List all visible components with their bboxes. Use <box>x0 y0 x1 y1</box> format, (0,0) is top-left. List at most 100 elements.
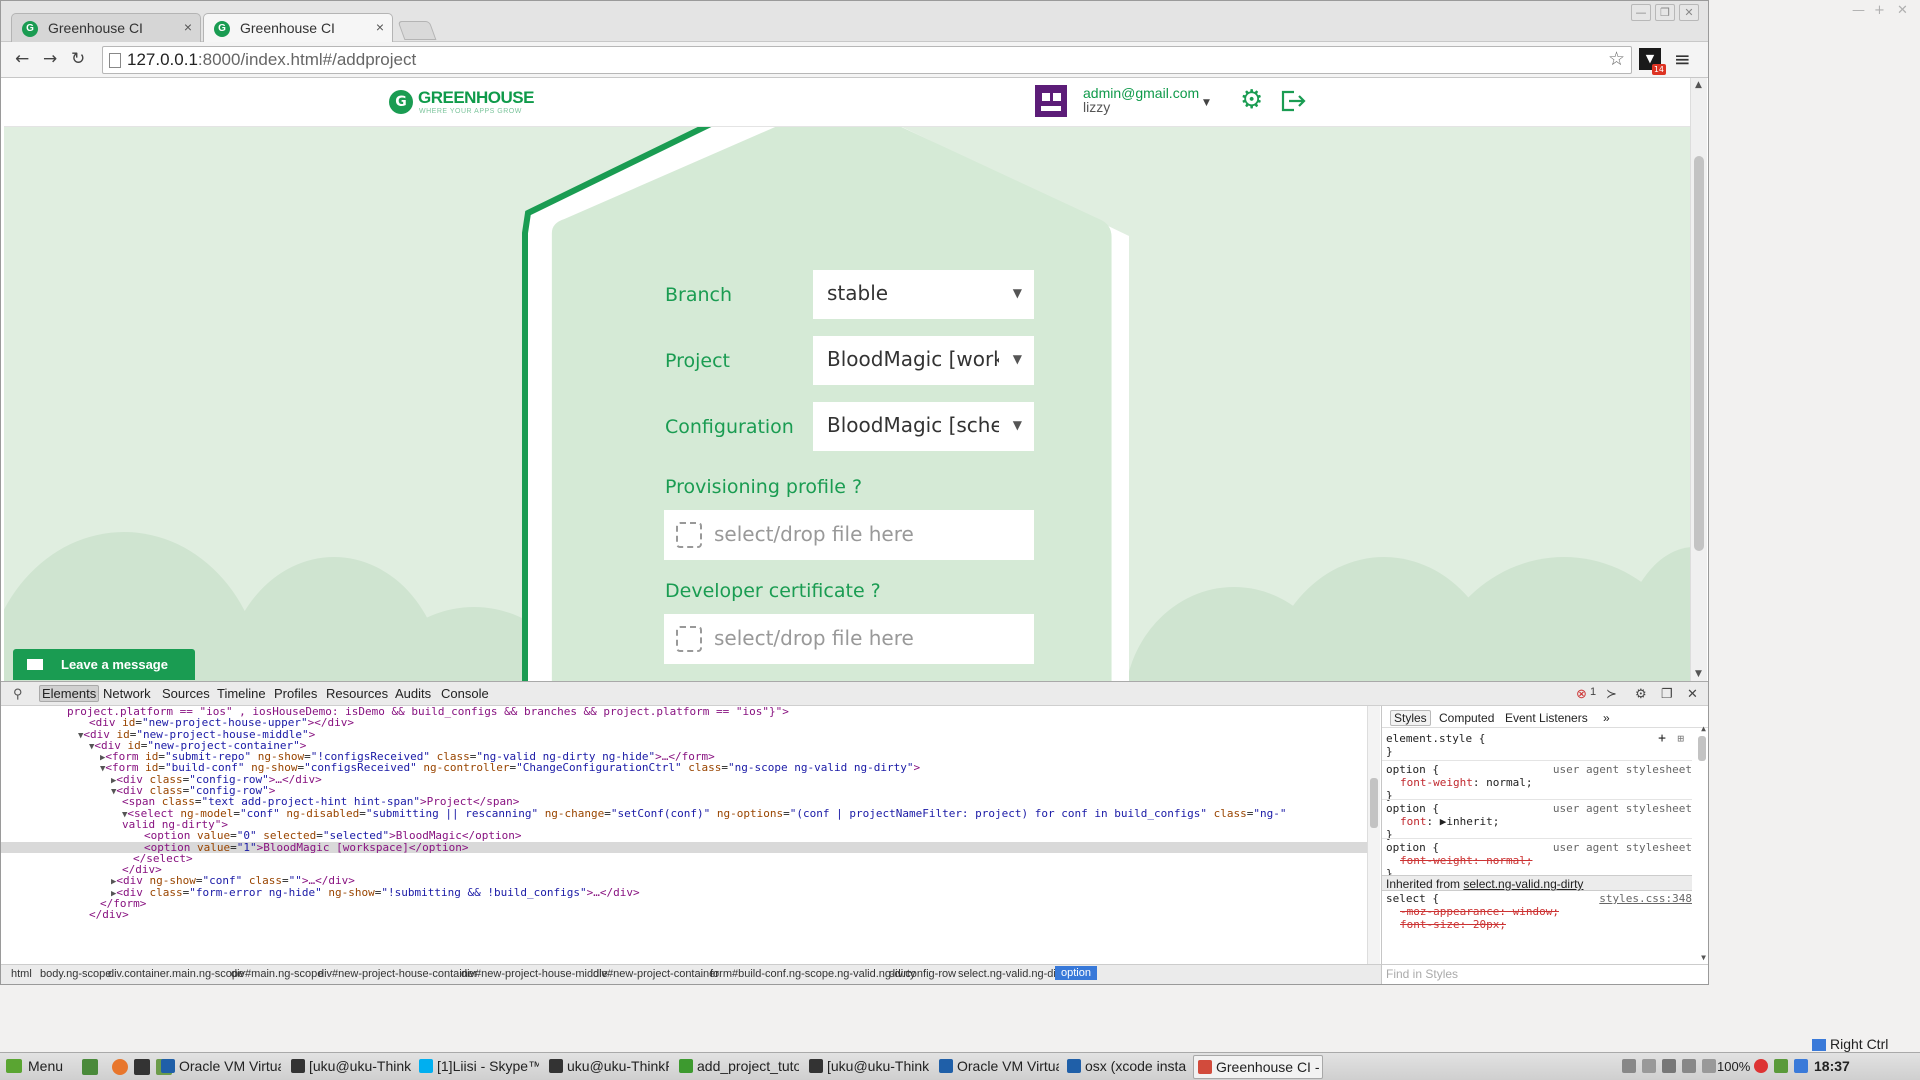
browser-menu-icon[interactable]: ≡ <box>1674 47 1691 71</box>
devtools-settings-icon[interactable]: ⚙ <box>1635 686 1647 702</box>
taskbar-task[interactable]: Greenhouse CI - G... <box>1193 1055 1323 1079</box>
wifi-icon[interactable] <box>1682 1059 1696 1073</box>
tab-close-icon[interactable]: × <box>376 19 384 35</box>
sidebar-tab-styles[interactable]: Styles <box>1390 710 1431 726</box>
logout-icon[interactable] <box>1280 89 1306 113</box>
devtools-tab-profiles[interactable]: Profiles <box>274 686 317 701</box>
find-in-styles-input[interactable]: Find in Styles <box>1381 964 1708 984</box>
new-tab-button[interactable] <box>397 21 437 40</box>
breadcrumb-item[interactable]: form#build-conf.ng-scope.ng-valid.ng-dir… <box>710 968 915 980</box>
chat-tray-icon[interactable] <box>1622 1059 1636 1073</box>
dom-node-line[interactable]: </div> <box>1 909 1367 920</box>
terminal-icon[interactable] <box>134 1059 150 1075</box>
shield-icon[interactable] <box>1774 1059 1788 1073</box>
breadcrumb-item[interactable]: div#main.ng-scope <box>231 968 323 980</box>
scroll-up-icon[interactable]: ▲ <box>1695 80 1702 90</box>
taskbar-task[interactable]: Oracle VM VirtualB... <box>935 1055 1059 1079</box>
add-rule-icon[interactable]: + <box>1658 731 1666 746</box>
devtools-tab-network[interactable]: Network <box>103 686 151 701</box>
taskbar-task[interactable]: osx (xcode installe... <box>1063 1055 1187 1079</box>
project-select[interactable]: BloodMagic [workspace] ▼ <box>813 336 1034 385</box>
bookmark-star-icon[interactable]: ☆ <box>1608 48 1625 71</box>
avatar[interactable] <box>1035 85 1067 117</box>
breadcrumb-item[interactable]: div#new-project-house-container <box>318 968 478 980</box>
start-menu-button[interactable]: Menu <box>6 1058 63 1074</box>
reload-icon[interactable]: ↻ <box>71 49 85 69</box>
sidebar-tab-computed[interactable]: Computed <box>1439 711 1494 725</box>
breadcrumb-item[interactable]: div#new-project-container <box>593 968 719 980</box>
developer-certificate-dropzone[interactable]: select/drop file here <box>664 614 1034 664</box>
bluetooth-icon[interactable] <box>1662 1059 1676 1073</box>
dock-icon[interactable]: ❐ <box>1661 686 1673 702</box>
devtools-tab-console[interactable]: Console <box>441 686 489 701</box>
devtools-close-icon[interactable]: ✕ <box>1687 686 1698 702</box>
dom-node-line[interactable]: <option value="1">BloodMagic [workspace]… <box>1 841 1367 853</box>
configuration-select[interactable]: BloodMagic [scheme] ▼ <box>813 402 1034 451</box>
scroll-up-icon[interactable]: ▲ <box>1701 724 1706 733</box>
scrollbar-thumb[interactable] <box>1698 736 1706 761</box>
address-bar[interactable]: 127.0.0.1:8000/index.html#/addproject ☆ <box>102 46 1632 74</box>
style-rule-select[interactable]: select {styles.css:348 -moz-appearance: … <box>1382 892 1692 931</box>
scrollbar-thumb[interactable] <box>1370 778 1378 828</box>
elements-scrollbar[interactable] <box>1367 706 1380 964</box>
breadcrumb-item[interactable]: div.config-row <box>889 968 956 980</box>
style-rule-option-2[interactable]: option {user agent stylesheet font: ▶inh… <box>1382 799 1692 841</box>
taskbar-task[interactable]: add_project_tutori... <box>675 1055 799 1079</box>
scrollbar-thumb[interactable] <box>1694 156 1704 551</box>
page-scrollbar[interactable]: ▲ ▼ <box>1690 78 1707 681</box>
desktop-icon[interactable] <box>82 1059 98 1075</box>
provisioning-profile-dropzone[interactable]: select/drop file here <box>664 510 1034 560</box>
style-rule-element[interactable]: element.style { } + ⊞ <box>1382 731 1692 758</box>
taskbar-task[interactable]: [uku@uku-ThinkPa... <box>805 1055 929 1079</box>
scroll-down-icon[interactable]: ▼ <box>1695 669 1702 679</box>
error-icon[interactable]: ⊗ <box>1576 686 1587 702</box>
devtools-tab-timeline[interactable]: Timeline <box>217 686 266 701</box>
devtools-tab-sources[interactable]: Sources <box>162 686 210 701</box>
browser-tab-2[interactable]: G Greenhouse CI × <box>203 13 393 42</box>
firefox-icon[interactable] <box>112 1059 128 1075</box>
breadcrumb-item[interactable]: select.ng-valid.ng-dirty <box>958 968 1068 980</box>
desktop-close-button[interactable]: ✕ <box>1897 3 1908 18</box>
style-rule-option-3[interactable]: option {user agent stylesheet font-weigh… <box>1382 838 1692 880</box>
branch-select[interactable]: stable ▼ <box>813 270 1034 319</box>
breadcrumb-item[interactable]: body.ng-scope <box>40 968 111 980</box>
taskbar-task[interactable]: uku@uku-ThinkPa... <box>545 1055 669 1079</box>
desktop-minimize-button[interactable]: — <box>1852 3 1865 18</box>
minimize-button[interactable]: — <box>1631 4 1651 21</box>
search-icon[interactable]: ⚲ <box>13 686 23 702</box>
devtools-tab-resources[interactable]: Resources <box>326 686 388 701</box>
back-arrow-icon[interactable]: ← <box>15 49 29 69</box>
style-rule-option-1[interactable]: option {user agent stylesheet font-weigh… <box>1382 760 1692 802</box>
devtools-tab-audits[interactable]: Audits <box>395 686 431 701</box>
maximize-button[interactable]: ❐ <box>1655 4 1675 21</box>
update-icon[interactable] <box>1754 1059 1768 1073</box>
dom-node-line[interactable]: ▶<div class="form-error ng-hide" ng-show… <box>1 887 1367 899</box>
browser-tab-1[interactable]: G Greenhouse CI × <box>11 13 201 42</box>
error-count[interactable]: 1 <box>1590 686 1596 698</box>
clock[interactable]: 18:37 <box>1814 1058 1850 1074</box>
user-name[interactable]: lizzy <box>1083 99 1110 115</box>
dom-node-line[interactable]: </form> <box>1 898 1367 909</box>
provisioning-profile-label[interactable]: Provisioning profile ? <box>665 476 862 498</box>
breadcrumb-item[interactable]: html <box>11 968 32 980</box>
settings-gear-icon[interactable]: ⚙ <box>1240 85 1263 115</box>
dom-node-line[interactable]: </select> <box>1 853 1367 864</box>
breadcrumb-item[interactable]: div#new-project-house-middle <box>461 968 608 980</box>
taskbar-task[interactable]: Oracle VM VirtualB... <box>157 1055 281 1079</box>
forward-arrow-icon[interactable]: → <box>43 49 57 69</box>
toggle-state-icon[interactable]: ⊞ <box>1677 732 1684 745</box>
taskbar-task[interactable]: [uku@uku-ThinkPa... <box>287 1055 411 1079</box>
breadcrumb-item[interactable]: option <box>1055 966 1097 980</box>
elements-tree[interactable]: project.platform == "ios" , iosHouseDemo… <box>1 706 1367 964</box>
dropbox-icon[interactable] <box>1794 1059 1808 1073</box>
console-drawer-icon[interactable]: ≻ <box>1606 686 1617 702</box>
battery-level[interactable]: 100% <box>1717 1059 1750 1074</box>
breadcrumb-item[interactable]: div.container.main.ng-scope <box>108 968 244 980</box>
extension-icon[interactable]: ▼ 14 <box>1639 48 1666 75</box>
developer-certificate-label[interactable]: Developer certificate ? <box>665 580 881 602</box>
sidebar-tab-event-listeners[interactable]: Event Listeners <box>1505 711 1588 725</box>
user-tray-icon[interactable] <box>1642 1059 1656 1073</box>
user-dropdown-caret-icon[interactable]: ▼ <box>1203 98 1210 108</box>
close-window-button[interactable]: ✕ <box>1679 4 1699 21</box>
taskbar-task[interactable]: [1]Liisi - Skype™ <box>415 1055 539 1079</box>
